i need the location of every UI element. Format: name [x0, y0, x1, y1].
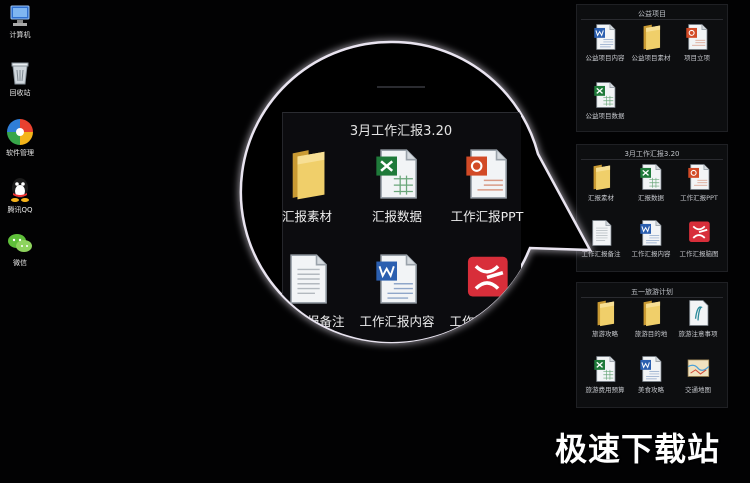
xmind-icon: [686, 219, 712, 247]
magnified-item[interactable]: 工作汇报备注: [262, 252, 352, 330]
fence-item-label: 旅游费用预算: [585, 386, 625, 394]
fence-item[interactable]: 交通地图: [674, 355, 722, 394]
word-doc-icon: [638, 219, 664, 247]
desktop-icon-label: 微信: [13, 259, 27, 267]
magnifier-bubble: 3月工作汇报3.20 汇报素材 汇报数据 工作汇报PPT 工作汇报备注 工作汇报…: [230, 28, 630, 358]
qq-icon: [11, 178, 29, 202]
fence-item[interactable]: 公益项目素材: [627, 23, 675, 62]
magnified-item-label: 工作汇报内容: [359, 314, 435, 329]
fence-item-label: 美食攻略: [638, 386, 664, 394]
desktop-icon-software-manager[interactable]: 软件管理: [0, 118, 40, 158]
fence-item[interactable]: 工作汇报PPT: [675, 163, 723, 202]
magnified-fence-title: 3月工作汇报3.20: [349, 124, 453, 139]
desktop-icon-label: 软件管理: [6, 149, 34, 157]
note-doc-icon: [685, 299, 711, 327]
fence-item-label: 汇报数据: [638, 194, 664, 202]
word-doc-icon: [638, 355, 664, 383]
fence-title: 公益项目: [638, 10, 666, 18]
excel-doc-icon: [373, 147, 421, 201]
desktop-icon-label: 腾讯QQ: [7, 206, 33, 214]
magnified-item-label: 工作汇报PPT: [450, 209, 524, 224]
fence-item[interactable]: 工作汇报脑图: [675, 219, 723, 258]
fence-item[interactable]: 项目立项: [673, 23, 721, 62]
fence-item-label: 旅游注意事项: [678, 330, 718, 338]
magnified-item-label: 汇报素材: [281, 209, 332, 224]
excel-doc-icon: [638, 163, 664, 191]
fence-item[interactable]: 旅游费用预算: [581, 355, 629, 394]
desktop-icon-wechat[interactable]: 微信: [0, 232, 40, 268]
fence-item-label: 工作汇报内容: [631, 250, 671, 258]
folder-icon: [638, 23, 664, 51]
ppt-doc-icon: [684, 23, 710, 51]
watermark-text: 极速下载站: [555, 430, 721, 468]
excel-doc-icon: [592, 355, 618, 383]
fence-item-label: 项目立项: [684, 54, 710, 62]
magnified-item-label: 工作汇报备注: [269, 314, 345, 329]
text-doc-icon: [283, 252, 331, 306]
magnified-item[interactable]: 工作汇报脑图: [442, 252, 532, 330]
desktop-icon-qq[interactable]: 腾讯QQ: [0, 175, 40, 215]
software-manager-icon: [7, 119, 33, 145]
computer-icon: [10, 5, 30, 26]
fence-item[interactable]: 汇报数据: [627, 163, 675, 202]
recycle-bin-icon: [11, 62, 29, 85]
magnified-item[interactable]: 汇报数据: [352, 147, 442, 225]
ppt-doc-icon: [463, 147, 511, 201]
desktop-icon-label: 回收站: [9, 89, 31, 97]
fence-item-label: 旅游目的地: [634, 330, 668, 338]
fence-item[interactable]: 旅游目的地: [627, 299, 675, 338]
magnified-item[interactable]: 汇报素材: [262, 147, 352, 225]
desktop-icon-recycle-bin[interactable]: 回收站: [0, 60, 40, 98]
wechat-icon: [8, 234, 32, 252]
folder-icon: [638, 299, 664, 327]
magnified-item-label: 工作汇报脑图: [449, 314, 525, 329]
desktop-icon-label: 计算机: [9, 31, 31, 39]
map-icon: [685, 355, 711, 383]
magnifier-content: 3月工作汇报3.20 汇报素材 汇报数据 工作汇报PPT 工作汇报备注 工作汇报…: [242, 42, 542, 342]
fence-item-label: 交通地图: [685, 386, 711, 394]
ppt-doc-icon: [686, 163, 712, 191]
magnified-item[interactable]: 工作汇报内容: [352, 252, 442, 330]
fence-item[interactable]: 工作汇报内容: [627, 219, 675, 258]
folder-icon: [283, 147, 331, 201]
fence-item-label: 工作汇报PPT: [680, 194, 718, 202]
fence-item-label: 公益项目素材: [631, 54, 671, 62]
word-doc-icon: [373, 252, 421, 306]
magnifier-top-bar: [377, 86, 425, 88]
fence-separator: [581, 19, 723, 20]
fence-item-label: 工作汇报脑图: [679, 250, 719, 258]
magnified-item[interactable]: 工作汇报PPT: [442, 147, 532, 225]
desktop-icon-computer[interactable]: 计算机: [0, 4, 40, 40]
magnified-item-label: 汇报数据: [371, 209, 422, 224]
fence-item[interactable]: 旅游注意事项: [674, 299, 722, 338]
xmind-icon: [463, 252, 511, 306]
fence-item[interactable]: 美食攻略: [627, 355, 675, 394]
